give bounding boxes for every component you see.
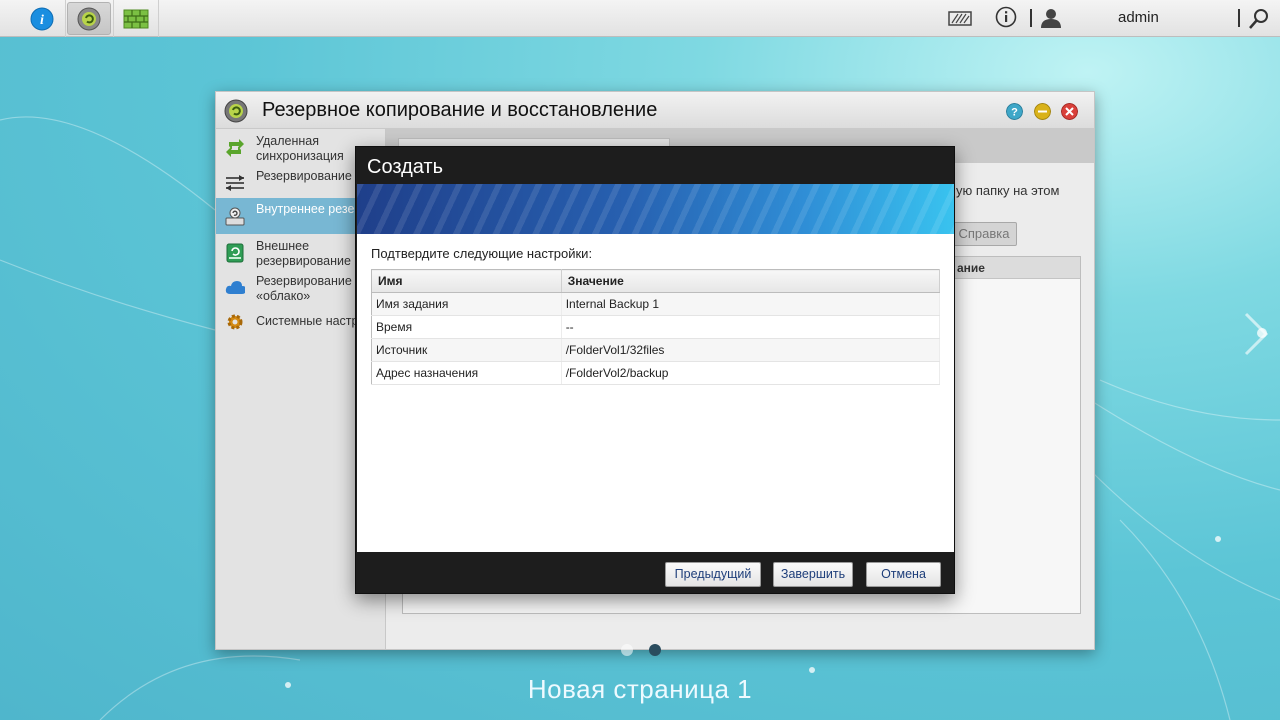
finish-button[interactable]: Завершить bbox=[773, 562, 853, 587]
table-row[interactable]: Источник /FolderVol1/32files bbox=[371, 338, 941, 362]
dialog-body: Подтвердите следующие настройки: Имя Зна… bbox=[357, 234, 954, 552]
minimize-icon[interactable] bbox=[1034, 103, 1051, 120]
row-name: Адрес назначения bbox=[371, 361, 562, 385]
row-name: Время bbox=[371, 315, 562, 339]
window-titlebar[interactable]: Резервное копирование и восстановление ? bbox=[216, 92, 1094, 129]
settings-table: Имя Значение Имя задания Internal Backup… bbox=[371, 269, 941, 385]
search-icon[interactable] bbox=[1248, 8, 1270, 30]
svg-text:?: ? bbox=[1011, 107, 1018, 119]
page-dot-active[interactable] bbox=[649, 644, 661, 656]
help-icon[interactable]: ? bbox=[1006, 103, 1023, 120]
row-name: Имя задания bbox=[371, 292, 562, 316]
external-backup-icon bbox=[226, 243, 244, 263]
cloud-icon bbox=[225, 281, 245, 294]
user-icon[interactable] bbox=[1040, 7, 1062, 29]
taskbar-app-firewall[interactable] bbox=[114, 2, 158, 35]
svg-text:i: i bbox=[40, 13, 44, 28]
info-icon: i bbox=[30, 7, 54, 30]
previous-button[interactable]: Предыдущий bbox=[665, 562, 761, 587]
row-name: Источник bbox=[371, 338, 562, 362]
dialog-footer: Предыдущий Завершить Отмена bbox=[357, 552, 954, 593]
dialog-title: Создать bbox=[367, 156, 444, 178]
table-row[interactable]: Время -- bbox=[371, 315, 941, 339]
row-value: -- bbox=[561, 315, 941, 339]
backup-icon bbox=[77, 7, 101, 30]
dialog-banner bbox=[357, 184, 954, 234]
next-page-arrow-icon[interactable] bbox=[1243, 312, 1269, 356]
storage-icon[interactable] bbox=[948, 10, 972, 27]
column-header-value: Значение bbox=[561, 269, 941, 293]
page-dot[interactable] bbox=[621, 644, 633, 656]
taskbar: i admin bbox=[0, 0, 1280, 37]
backup-icon bbox=[224, 99, 248, 123]
column-header-name: Имя bbox=[371, 269, 562, 293]
table-row[interactable]: Имя задания Internal Backup 1 bbox=[371, 292, 941, 316]
page-label: Новая страница 1 bbox=[527, 674, 753, 704]
row-value: /FolderVol1/32files bbox=[561, 338, 941, 362]
window-title: Резервное копирование и восстановление bbox=[262, 99, 658, 121]
table-header-row: Имя Значение bbox=[371, 269, 941, 293]
help-button[interactable]: Справка bbox=[951, 222, 1017, 246]
row-value: Internal Backup 1 bbox=[561, 292, 941, 316]
grid-column-header: ание bbox=[957, 261, 985, 275]
taskbar-app-backup[interactable] bbox=[67, 2, 111, 35]
username-label[interactable]: admin bbox=[1118, 9, 1159, 26]
dialog-prompt: Подтвердите следующие настройки: bbox=[371, 246, 593, 261]
row-value: /FolderVol2/backup bbox=[561, 361, 941, 385]
cancel-button[interactable]: Отмена bbox=[866, 562, 941, 587]
close-icon[interactable] bbox=[1061, 103, 1078, 120]
content-description: ую папку на этом bbox=[956, 183, 1060, 198]
internal-backup-icon bbox=[225, 207, 245, 226]
table-row[interactable]: Адрес назначения /FolderVol2/backup bbox=[371, 361, 941, 385]
ftp-icon bbox=[226, 175, 244, 191]
taskbar-app-info[interactable]: i bbox=[20, 2, 64, 35]
sync-icon bbox=[226, 139, 244, 157]
create-dialog: Создать Подтвердите следующие настройки:… bbox=[355, 146, 955, 594]
gear-icon bbox=[227, 314, 243, 330]
system-info-icon[interactable] bbox=[995, 6, 1017, 28]
firewall-icon bbox=[123, 9, 149, 28]
